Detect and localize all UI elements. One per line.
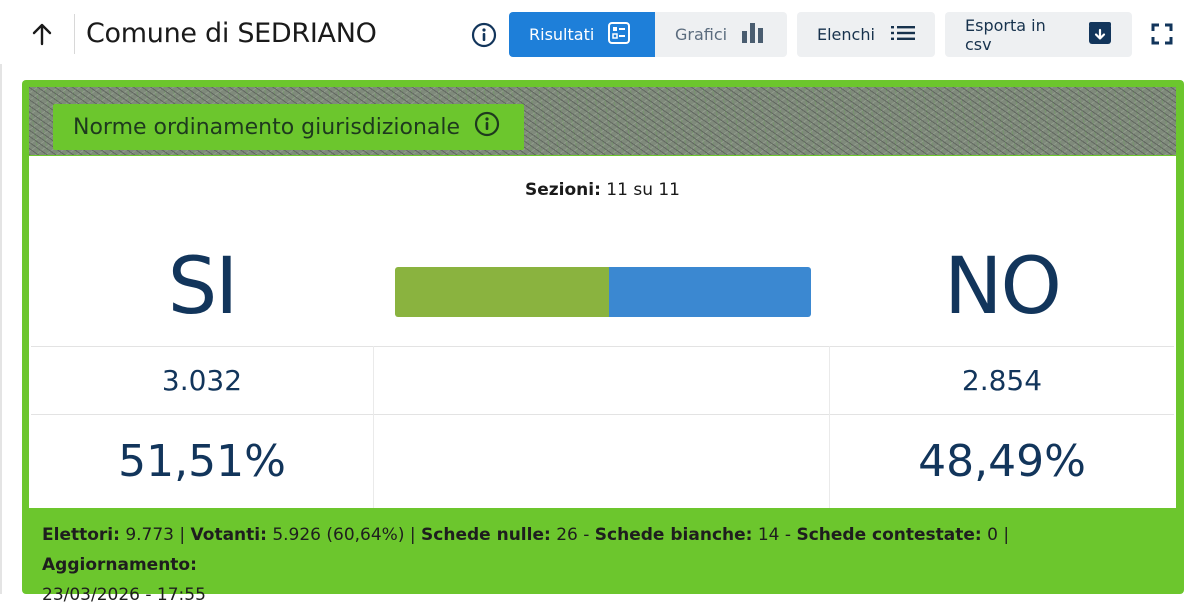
aggiornamento-value: 23/03/2026 - 17:55 — [42, 585, 206, 605]
question-title: Norme ordinamento giurisdizionale — [73, 114, 461, 140]
tab-risultati-label: Risultati — [529, 25, 595, 44]
elenchi-button[interactable]: Elenchi — [797, 12, 935, 57]
si-votes: 3.032 — [161, 364, 243, 397]
nulle-value: 26 — [556, 525, 578, 545]
bianche-label: Schede bianche: — [594, 525, 753, 545]
sezioni-label: Sezioni: — [524, 180, 601, 200]
no-percent: 48,49% — [918, 436, 1086, 487]
result-bar — [395, 267, 811, 317]
nulle-label: Schede nulle: — [421, 525, 551, 545]
list-icon — [890, 25, 915, 45]
info-icon[interactable] — [471, 22, 497, 48]
contestate-value: 0 — [987, 525, 998, 545]
results-panel: Sezioni: 11 su 11 SI NO 3.032 2.854 51,5… — [29, 156, 1176, 508]
esporta-label: Esporta in csv — [965, 15, 1046, 54]
page-title: Comune di SEDRIANO — [86, 18, 377, 49]
view-tabs: Risultati Grafici — [509, 12, 787, 57]
tab-risultati[interactable]: Risultati — [509, 12, 655, 57]
no-bar-segment — [609, 267, 811, 317]
summary-footer: Elettori: 9.773 | Votanti: 5.926 (60,64%… — [42, 525, 1010, 605]
contestate-label: Schede contestate: — [796, 525, 982, 545]
row-divider — [31, 346, 1174, 347]
no-votes: 2.854 — [961, 364, 1043, 397]
info-icon[interactable] — [474, 111, 500, 143]
bar-chart-icon — [741, 22, 767, 48]
row-divider — [31, 414, 1174, 415]
si-percent: 51,51% — [118, 436, 286, 487]
aggiornamento-label: Aggiornamento: — [42, 555, 197, 575]
sezioni-value: 11 su 11 — [606, 180, 680, 200]
left-border — [0, 64, 2, 594]
votanti-value: 5.926 (60,64%) — [272, 525, 405, 545]
fullscreen-icon[interactable] — [1150, 22, 1174, 46]
back-arrow-icon[interactable] — [28, 20, 56, 48]
elettori-label: Elettori: — [42, 525, 120, 545]
esporta-csv-button[interactable]: Esporta in csv — [945, 12, 1132, 57]
votanti-label: Votanti: — [190, 525, 267, 545]
header-pattern: Norme ordinamento giurisdizionale — [29, 87, 1176, 155]
top-bar: Comune di SEDRIANO Risultati Grafici Ele… — [0, 0, 1186, 70]
column-divider — [829, 346, 830, 508]
download-box-icon — [1088, 21, 1112, 49]
header-divider — [74, 14, 75, 54]
si-bar-segment — [395, 267, 610, 317]
sezioni-info: Sezioni: 11 su 11 — [29, 180, 1176, 200]
elettori-value: 9.773 — [125, 525, 174, 545]
tab-grafici[interactable]: Grafici — [655, 12, 787, 57]
no-label: NO — [944, 242, 1062, 332]
tab-grafici-label: Grafici — [675, 25, 728, 44]
question-badge: Norme ordinamento giurisdizionale — [53, 104, 525, 150]
referendum-card: Norme ordinamento giurisdizionale Sezion… — [22, 80, 1184, 605]
list-view-icon — [608, 21, 631, 48]
elenchi-label: Elenchi — [817, 25, 875, 44]
si-label: SI — [167, 242, 239, 332]
column-divider — [373, 346, 374, 508]
bianche-value: 14 — [757, 525, 780, 545]
